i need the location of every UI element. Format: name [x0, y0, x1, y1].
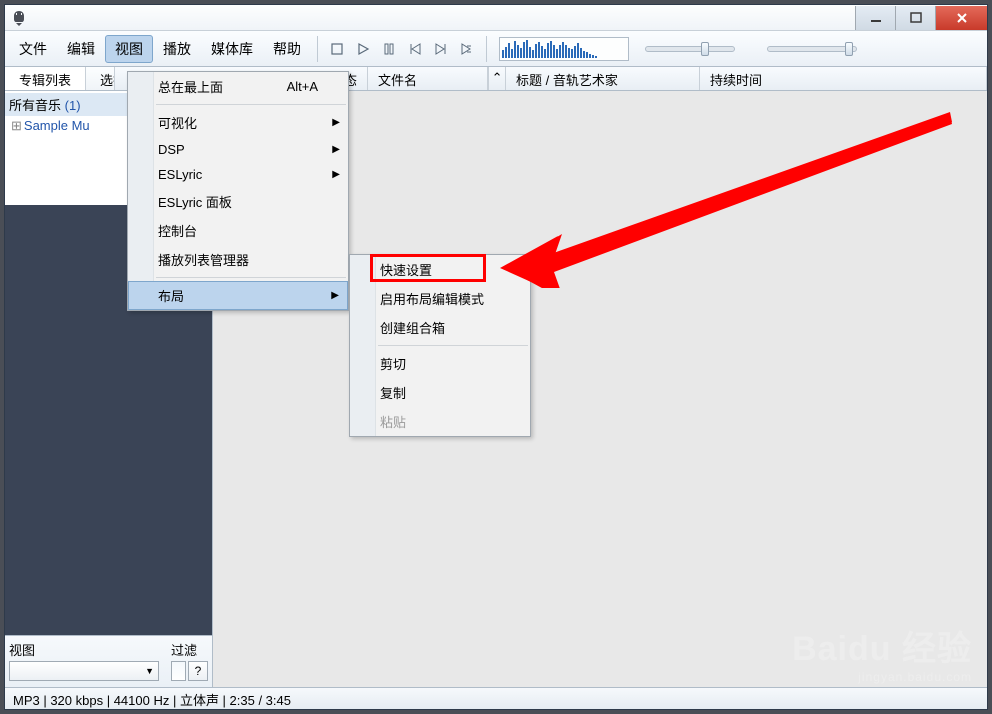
prev-button[interactable] — [405, 39, 425, 59]
tree-label: Sample Mu — [24, 118, 90, 133]
col-title-artist[interactable]: 标题 / 音轨艺术家 — [506, 67, 700, 90]
view-combo[interactable]: ▼ — [9, 661, 159, 681]
close-button[interactable] — [935, 6, 987, 30]
submenu-arrow-icon: ▶ — [332, 169, 340, 180]
seek-slider[interactable] — [645, 46, 735, 52]
window-controls — [855, 6, 987, 30]
menu-label: DSP — [158, 142, 185, 157]
menu-label: 布局 — [158, 286, 184, 305]
separator — [317, 36, 318, 62]
statusbar: MP3 | 320 kbps | 44100 Hz | 立体声 | 2:35 /… — [5, 687, 987, 709]
expand-icon: ⊞ — [11, 118, 22, 133]
pause-button[interactable] — [379, 39, 399, 59]
col-indicator[interactable]: ⌃ — [488, 67, 506, 90]
menu-console[interactable]: 控制台 — [128, 216, 348, 245]
visualizer[interactable] — [499, 37, 629, 61]
stop-button[interactable] — [327, 39, 347, 59]
view-dropdown: 总在最上面 Alt+A 可视化 ▶ DSP ▶ ESLyric ▶ ESLyri… — [127, 71, 349, 311]
menu-label: 粘贴 — [380, 412, 406, 431]
menu-layout[interactable]: 布局 ▶ — [128, 281, 348, 310]
menu-separator — [156, 104, 346, 105]
menu-label: 总在最上面 — [158, 77, 223, 96]
submenu-arrow-icon: ▶ — [332, 117, 340, 128]
submenu-paste[interactable]: 粘贴 — [350, 407, 530, 436]
menu-label: ESLyric 面板 — [158, 192, 232, 211]
menu-eslyric[interactable]: ESLyric ▶ — [128, 162, 348, 187]
menu-playback[interactable]: 播放 — [153, 35, 201, 63]
submenu-create-group[interactable]: 创建组合箱 — [350, 313, 530, 342]
submenu-copy[interactable]: 复制 — [350, 378, 530, 407]
submenu-cut[interactable]: 剪切 — [350, 349, 530, 378]
menu-label: 可视化 — [158, 113, 197, 132]
menu-label: 启用布局编辑模式 — [380, 289, 484, 308]
sidebar-controls: 视图 ▼ 过滤 ? — [5, 635, 212, 687]
chevron-down-icon: ▼ — [141, 666, 158, 676]
random-button[interactable] — [457, 39, 477, 59]
menu-label: 快速设置 — [380, 260, 432, 279]
filter-help-button[interactable]: ? — [188, 661, 208, 681]
tab-album-list[interactable]: 专辑列表 — [5, 67, 86, 90]
tab-select[interactable]: 选择 — [86, 67, 115, 90]
menu-label: 创建组合箱 — [380, 318, 445, 337]
menu-playlist-manager[interactable]: 播放列表管理器 — [128, 245, 348, 274]
watermark: Baidu 经验 jingyan.baidu.com — [792, 621, 972, 684]
menu-help[interactable]: 帮助 — [263, 35, 311, 63]
menu-view[interactable]: 视图 — [105, 35, 153, 63]
menu-eslyric-panel[interactable]: ESLyric 面板 — [128, 187, 348, 216]
play-button[interactable] — [353, 39, 373, 59]
app-icon — [11, 10, 27, 26]
col-duration[interactable]: 持续时间 — [700, 67, 987, 90]
menu-label: 控制台 — [158, 221, 197, 240]
menu-library[interactable]: 媒体库 — [201, 35, 263, 63]
tree-label: 所有音乐 — [9, 98, 61, 113]
view-label: 视图 — [9, 638, 159, 661]
col-filename[interactable]: 文件名 — [368, 67, 488, 90]
maximize-button[interactable] — [895, 6, 935, 30]
minimize-button[interactable] — [855, 6, 895, 30]
filter-label: 过滤 — [171, 638, 208, 661]
menu-visualizations[interactable]: 可视化 ▶ — [128, 108, 348, 137]
menu-edit[interactable]: 编辑 — [57, 35, 105, 63]
watermark-url: jingyan.baidu.com — [792, 670, 972, 684]
watermark-brand: Baidu 经验 — [792, 621, 972, 670]
submenu-quick-setup[interactable]: 快速设置 — [350, 255, 530, 284]
menu-label: ESLyric — [158, 167, 202, 182]
next-button[interactable] — [431, 39, 451, 59]
volume-slider[interactable] — [767, 46, 857, 52]
submenu-arrow-icon: ▶ — [332, 144, 340, 155]
titlebar — [5, 5, 987, 31]
menu-label: 播放列表管理器 — [158, 250, 249, 269]
menu-separator — [156, 277, 346, 278]
submenu-enable-edit[interactable]: 启用布局编辑模式 — [350, 284, 530, 313]
tree-count: (1) — [65, 98, 81, 113]
menu-shortcut: Alt+A — [287, 79, 318, 94]
separator — [486, 36, 487, 62]
menu-dsp[interactable]: DSP ▶ — [128, 137, 348, 162]
menu-separator — [378, 345, 528, 346]
submenu-arrow-icon: ▶ — [331, 290, 339, 301]
toolbar: 文件 编辑 视图 播放 媒体库 帮助 — [5, 31, 987, 67]
filter-input[interactable] — [171, 661, 186, 681]
menu-label: 剪切 — [380, 354, 406, 373]
menu-file[interactable]: 文件 — [9, 35, 57, 63]
layout-submenu: 快速设置 启用布局编辑模式 创建组合箱 剪切 复制 粘贴 — [349, 254, 531, 437]
menu-label: 复制 — [380, 383, 406, 402]
menu-always-on-top[interactable]: 总在最上面 Alt+A — [128, 72, 348, 101]
